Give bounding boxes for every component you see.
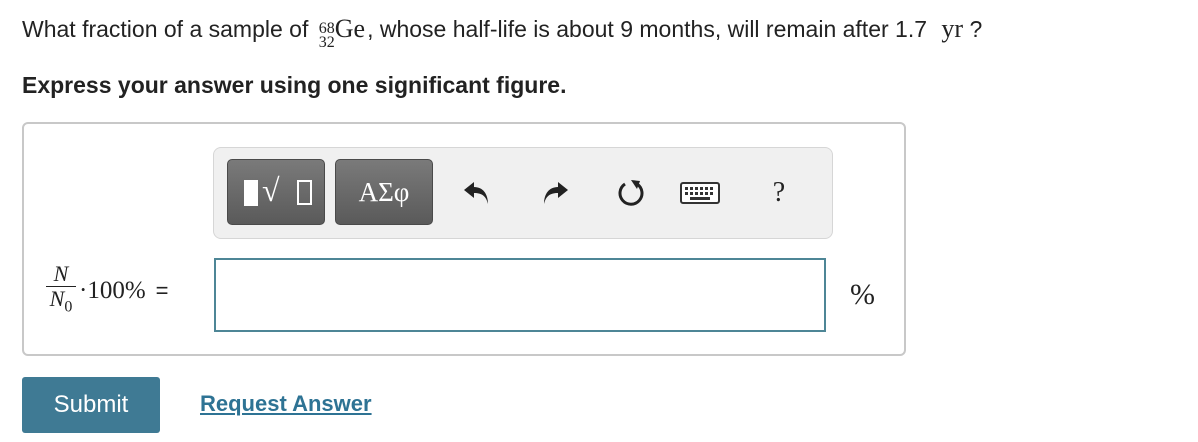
question-unit: yr — [941, 14, 964, 43]
question-prefix: What fraction of a sample of — [22, 16, 309, 42]
request-answer-link[interactable]: Request Answer — [200, 391, 372, 417]
percent-factor: ·100% — [79, 276, 146, 304]
help-button[interactable]: ? — [759, 172, 799, 214]
fraction-numerator: N — [53, 261, 69, 286]
redo-button[interactable] — [535, 172, 575, 214]
equals-sign: = — [155, 277, 169, 303]
undo-icon — [464, 182, 488, 204]
symbols-button[interactable]: ΑΣφ — [335, 159, 433, 225]
fraction-denominator: N0 — [49, 286, 73, 316]
answer-input[interactable] — [214, 258, 826, 332]
redo-icon — [544, 182, 568, 204]
instruction-text: Express your answer using one significan… — [22, 72, 567, 98]
question-end: ? — [969, 16, 983, 42]
undo-button[interactable] — [457, 172, 497, 214]
question-suffix: , whose half-life is about 9 months, wil… — [367, 16, 928, 42]
keyboard-button[interactable] — [680, 172, 720, 214]
answer-unit: % — [850, 278, 875, 311]
answer-panel: √ ΑΣφ ? N N0 ·100% = % — [22, 122, 906, 356]
question-text: What fraction of a sample of 68 32 Ge, who… — [22, 14, 983, 51]
isotope-notation: 68 32 Ge — [318, 14, 366, 51]
fraction: N N0 — [46, 262, 76, 319]
submit-button[interactable]: Submit — [22, 377, 160, 433]
keyboard-icon — [680, 182, 720, 204]
isotope-symbol: Ge — [334, 14, 366, 43]
templates-button[interactable]: √ — [227, 159, 325, 225]
math-toolbar: √ ΑΣφ ? — [213, 147, 833, 239]
reset-button[interactable] — [611, 172, 651, 214]
reset-icon — [618, 180, 644, 206]
answer-expression: N N0 ·100% = — [46, 262, 169, 319]
help-icon: ? — [772, 177, 786, 208]
isotope-atomic-number: 32 — [318, 34, 335, 51]
